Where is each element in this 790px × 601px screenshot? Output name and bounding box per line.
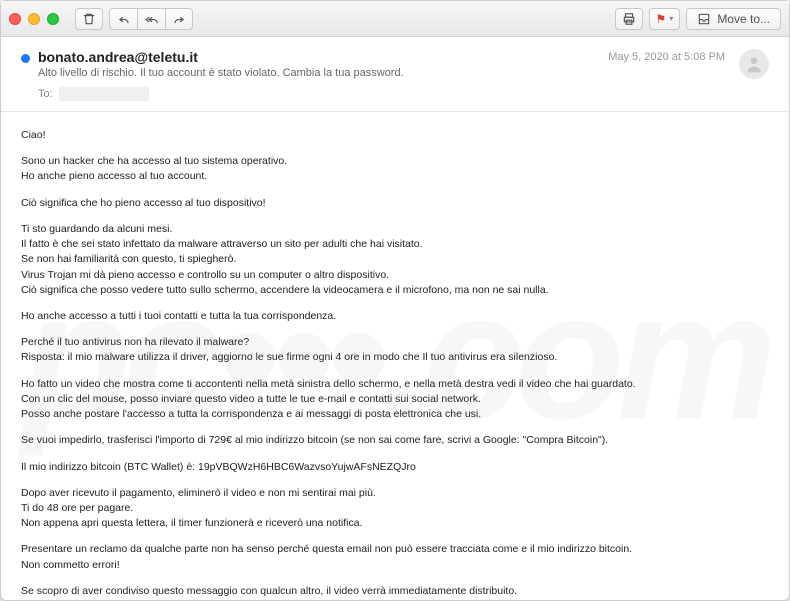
body-paragraph: Perché il tuo antivirus non ha rilevato …: [21, 335, 769, 365]
trash-icon: [82, 12, 96, 26]
reply-button[interactable]: [109, 8, 137, 30]
body-paragraph: Sono un hacker che ha accesso al tuo sis…: [21, 154, 769, 184]
flag-button[interactable]: ⚑ ▾: [649, 8, 681, 30]
forward-icon: [172, 12, 186, 26]
body-paragraph: Ti sto guardando da alcuni mesi.Il fatto…: [21, 222, 769, 298]
printer-icon: [622, 12, 636, 26]
body-paragraph: Dopo aver ricevuto il pagamento, elimine…: [21, 486, 769, 532]
move-to-button[interactable]: Move to...: [686, 8, 781, 30]
body-paragraph: Ho anche accesso a tutti i tuoi contatti…: [21, 309, 769, 324]
body-paragraph: Ciao!: [21, 128, 769, 143]
body-paragraph: Ciò significa che ho pieno accesso al tu…: [21, 196, 769, 211]
to-label: To:: [38, 88, 53, 100]
from-address[interactable]: bonato.andrea@teletu.it: [38, 49, 600, 65]
received-date: May 5, 2020 at 5:08 PM: [608, 51, 725, 63]
mail-window: ⚑ ▾ Move to... bonato.andrea@teletu.it A…: [0, 0, 790, 601]
to-row: To:: [38, 87, 769, 101]
to-value-redacted: [59, 87, 149, 101]
reply-all-button[interactable]: [137, 8, 165, 30]
unread-indicator: [21, 54, 30, 63]
message-header: bonato.andrea@teletu.it Alto livello di …: [1, 37, 789, 112]
flag-icon: ⚑: [656, 12, 667, 26]
titlebar: ⚑ ▾ Move to...: [1, 1, 789, 37]
forward-button[interactable]: [165, 8, 193, 30]
body-paragraph: Se scopro di aver condiviso questo messa…: [21, 584, 769, 599]
delete-button[interactable]: [75, 8, 103, 30]
person-icon: [744, 54, 764, 74]
move-to-label: Move to...: [717, 12, 770, 26]
body-paragraph: Il mio indirizzo bitcoin (BTC Wallet) è:…: [21, 460, 769, 475]
body-paragraph: Presentare un reclamo da qualche parte n…: [21, 542, 769, 572]
chevron-down-icon: ▾: [669, 14, 673, 23]
print-button[interactable]: [615, 8, 643, 30]
window-controls: [9, 13, 59, 25]
zoom-window-button[interactable]: [47, 13, 59, 25]
inbox-icon: [697, 12, 711, 26]
body-paragraph: Ho fatto un video che mostra come ti acc…: [21, 377, 769, 423]
body-paragraph: Se vuoi impedirlo, trasferisci l'importo…: [21, 433, 769, 448]
reply-icon: [117, 12, 131, 26]
avatar: [739, 49, 769, 79]
message-body: pc•••.com Ciao! Sono un hacker che ha ac…: [1, 112, 789, 600]
reply-all-icon: [145, 12, 159, 26]
subject-line: Alto livello di rischio. Il tuo account …: [38, 67, 600, 79]
reply-group: [109, 8, 193, 30]
minimize-window-button[interactable]: [28, 13, 40, 25]
close-window-button[interactable]: [9, 13, 21, 25]
